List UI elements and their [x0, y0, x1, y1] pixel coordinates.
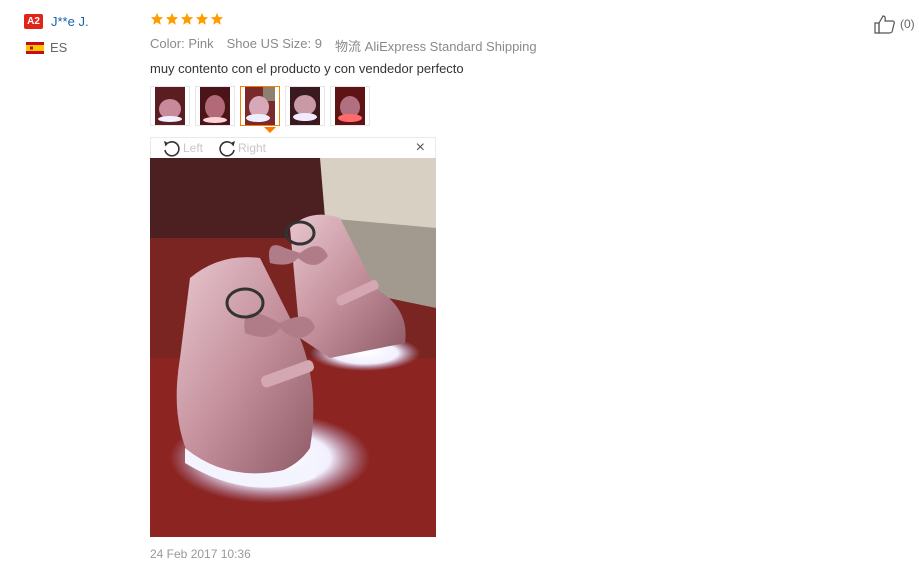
star-rating	[150, 12, 224, 26]
buyer-level-badge: A2	[24, 14, 43, 29]
star-icon	[150, 12, 164, 25]
shoe-photo-thumbnail-image	[200, 87, 230, 125]
photo-thumbnail-3[interactable]	[240, 86, 280, 126]
star-icon	[165, 12, 179, 25]
shoe-photo-thumbnail-image	[290, 87, 320, 125]
photo-thumbnail-1[interactable]	[150, 86, 190, 126]
rotate-right-button[interactable]: Right	[216, 138, 266, 158]
review-text: muy contento con el producto y con vende…	[150, 61, 464, 76]
photo-viewer: Left Right ×	[150, 137, 436, 537]
star-icon	[210, 12, 224, 25]
photo-thumbnail-5[interactable]	[330, 86, 370, 126]
review-date: 24 Feb 2017 10:36	[150, 547, 251, 561]
attribute-color: Color: Pink	[150, 36, 214, 51]
star-icon	[180, 12, 194, 25]
shoe-photo-thumbnail-image	[335, 87, 365, 125]
attribute-shipping: 物流 AliExpress Standard Shipping	[335, 39, 537, 54]
rotate-right-label: Right	[238, 141, 267, 155]
rotate-left-icon	[164, 141, 180, 157]
attribute-size: Shoe US Size: 9	[226, 36, 323, 51]
reviewer-name[interactable]: J**e J.	[51, 14, 89, 29]
rotate-right-icon	[219, 141, 235, 157]
photo-thumbnail-2[interactable]	[195, 86, 235, 126]
photo-thumbnail-4[interactable]	[285, 86, 325, 126]
review-photo-large[interactable]	[150, 158, 436, 537]
rotate-left-button[interactable]: Left	[161, 138, 203, 158]
star-icon	[195, 12, 209, 25]
helpful-vote[interactable]: (0)	[873, 14, 915, 34]
active-thumbnail-caret	[264, 127, 276, 133]
reviewer-country: ES	[50, 40, 68, 55]
close-viewer-button[interactable]: ×	[416, 139, 425, 157]
shoe-photo-thumbnail-image	[155, 87, 185, 125]
thumbs-up-icon[interactable]	[873, 14, 897, 34]
photo-viewer-toolbar: Left Right ×	[150, 137, 436, 158]
helpful-count: (0)	[900, 17, 915, 31]
order-attributes: Color: Pink Shoe US Size: 9 物流 AliExpres…	[150, 36, 537, 55]
shoe-photo-thumbnail-image	[245, 87, 275, 125]
review-photo-thumbnails	[150, 86, 370, 126]
rotate-left-label: Left	[183, 141, 204, 155]
spain-flag-icon	[26, 42, 44, 54]
